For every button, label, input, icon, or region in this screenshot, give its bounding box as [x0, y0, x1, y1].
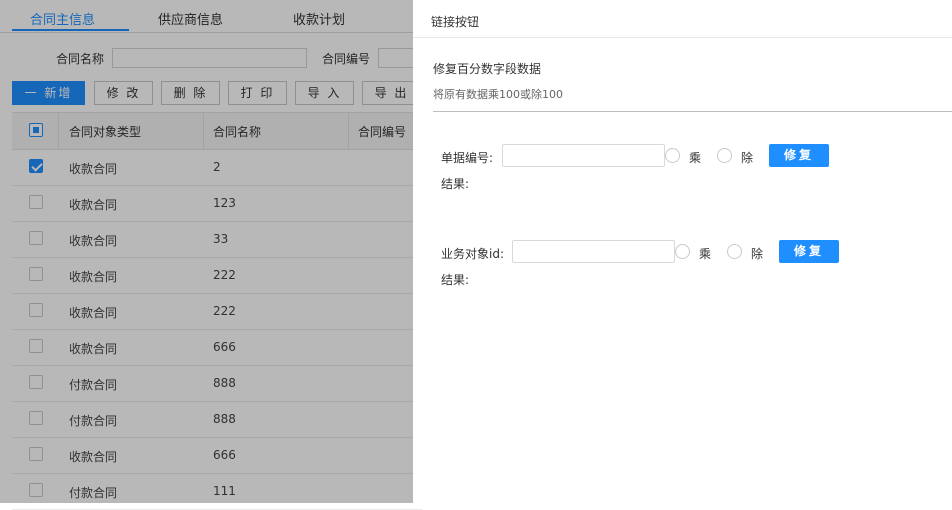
- section-title: 修复百分数字段数据: [433, 62, 542, 76]
- multiply-label-2: 乘: [699, 247, 712, 261]
- business-object-id-label: 业务对象id:: [441, 247, 504, 261]
- section-divider: [433, 111, 952, 112]
- modal-overlay[interactable]: [0, 0, 413, 503]
- multiply-radio-2[interactable]: [675, 244, 690, 259]
- divide-radio-2[interactable]: [727, 244, 742, 259]
- multiply-label-1: 乘: [689, 151, 702, 165]
- link-button-drawer: 链接按钮 修复百分数字段数据 将原有数据乘100或除100 单据编号: 乘 除 …: [413, 0, 952, 503]
- drawer-title: 链接按钮: [431, 15, 480, 29]
- fix-button-1[interactable]: 修复: [769, 144, 829, 167]
- multiply-radio-1[interactable]: [665, 148, 680, 163]
- divide-radio-1[interactable]: [717, 148, 732, 163]
- document-no-input[interactable]: [502, 144, 665, 167]
- result-label-2: 结果:: [441, 273, 470, 287]
- fix-button-2[interactable]: 修复: [779, 240, 839, 263]
- document-no-label: 单据编号:: [441, 151, 494, 165]
- business-object-id-input[interactable]: [512, 240, 675, 263]
- section-description: 将原有数据乘100或除100: [433, 88, 563, 101]
- divide-label-1: 除: [741, 151, 754, 165]
- result-label-1: 结果:: [441, 177, 470, 191]
- divide-label-2: 除: [751, 247, 764, 261]
- drawer-header-divider: [413, 37, 952, 38]
